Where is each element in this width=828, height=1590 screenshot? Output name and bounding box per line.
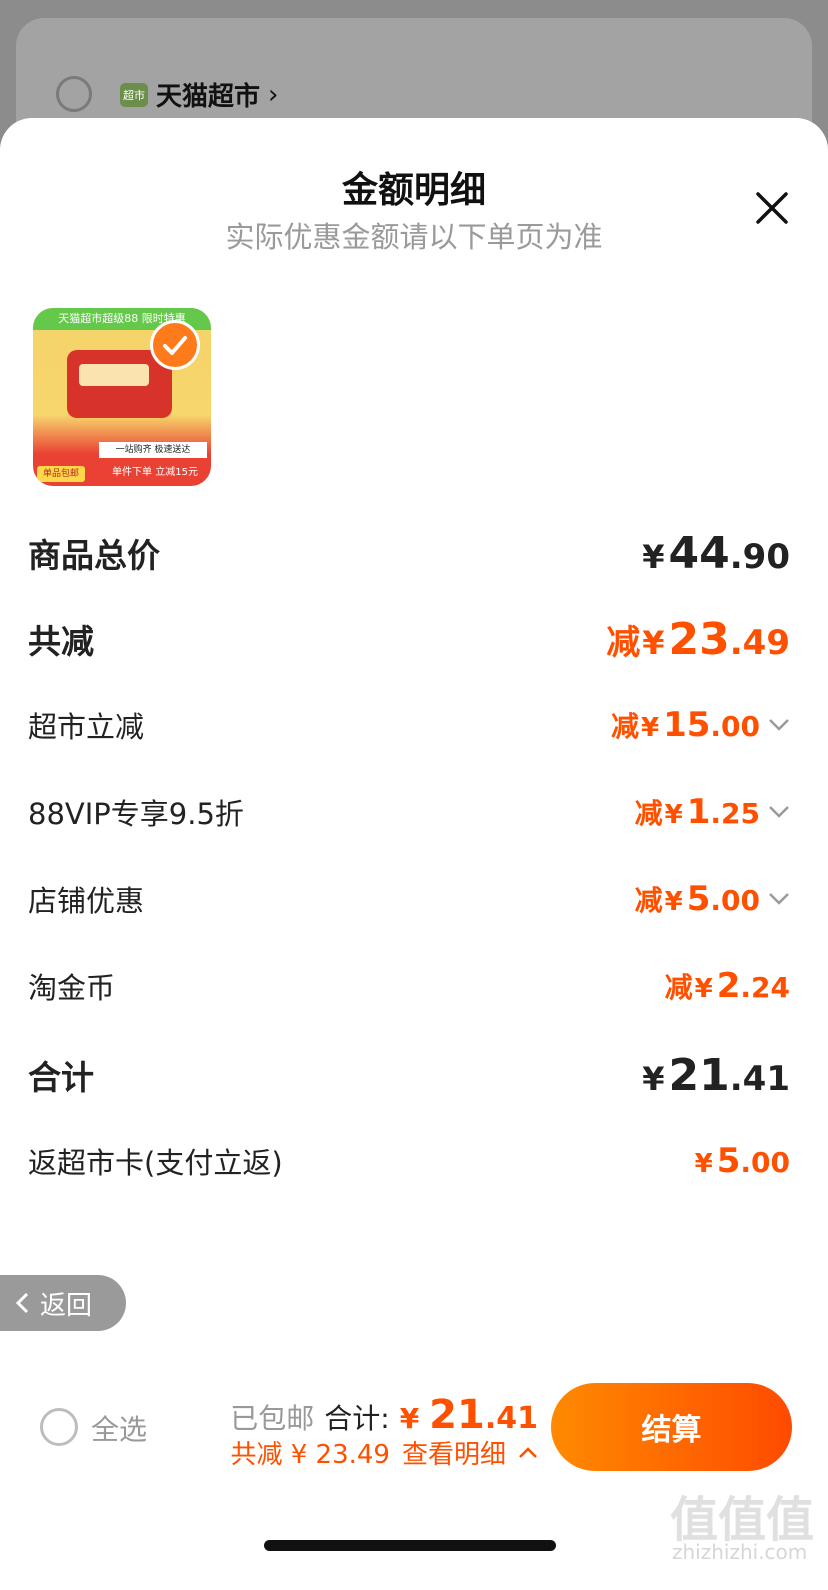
shop-name: 天猫超市: [156, 82, 261, 112]
checkout-button[interactable]: 结算: [551, 1383, 792, 1471]
vip-discount-label: 88VIP专享9.5折: [28, 797, 244, 831]
total-discount-value: 减 ¥23.49: [606, 613, 790, 665]
total-yen: ¥: [399, 1402, 420, 1435]
view-detail-link[interactable]: 查看明细: [402, 1434, 506, 1471]
chevron-left-icon: [15, 1292, 29, 1314]
discount-summary[interactable]: 共减 ¥ 23.49 查看明细: [230, 1434, 538, 1471]
shop-select-radio[interactable]: [56, 76, 92, 112]
amount-detail-sheet: 金额明细 实际优惠金额请以下单页为准 天猫超市超级88 限时特惠 一站购齐 极速…: [0, 118, 828, 1590]
total-discount-label: 共减: [28, 622, 94, 661]
cashback-label: 返超市卡(支付立返): [28, 1146, 283, 1180]
back-button[interactable]: 返回: [0, 1275, 126, 1331]
shop-header[interactable]: 超市 天猫超市 ›: [120, 76, 278, 113]
sum-value: ¥21.41: [642, 1049, 790, 1101]
sheet-title: 金额明细: [341, 170, 486, 211]
total-dec: .41: [484, 1401, 538, 1436]
select-all-label[interactable]: 全选: [91, 1408, 147, 1448]
discount-text: 共减 ¥ 23.49: [230, 1440, 390, 1470]
selected-check-icon: [150, 320, 200, 370]
coins-row: 淘金币 减 ¥2.24: [28, 956, 790, 1016]
sum-row: 合计 ¥21.41: [28, 1045, 790, 1105]
thumb-band: 一站购齐 极速送达: [99, 442, 207, 458]
goods-total-row: 商品总价 ¥44.90: [28, 523, 790, 583]
chevron-right-icon: ›: [268, 79, 279, 110]
store-discount-label: 店铺优惠: [28, 884, 145, 918]
select-all-radio[interactable]: [40, 1408, 78, 1446]
vip-discount-value: 减 ¥1.25: [635, 792, 790, 832]
chevron-down-icon[interactable]: [768, 718, 790, 732]
home-indicator[interactable]: [264, 1540, 556, 1551]
cashback-row: 返超市卡(支付立返) ¥5.00: [28, 1131, 790, 1191]
sum-label: 合计: [28, 1058, 94, 1097]
chevron-up-icon[interactable]: [518, 1446, 538, 1460]
watermark-url: zhizhizhi.com: [672, 1540, 808, 1564]
coins-label: 淘金币: [28, 971, 116, 1005]
free-shipping-label: 已包邮: [230, 1402, 315, 1435]
goods-total-value: ¥44.90: [642, 527, 790, 579]
close-icon[interactable]: [752, 188, 792, 228]
market-discount-row[interactable]: 超市立减 减 ¥15.00: [28, 695, 790, 755]
store-discount-row[interactable]: 店铺优惠 减 ¥5.00: [28, 869, 790, 929]
goods-total-label: 商品总价: [28, 536, 160, 575]
coins-value: 减 ¥2.24: [664, 966, 790, 1006]
tmall-supermarket-logo: 超市: [120, 82, 148, 107]
cashback-value: ¥5.00: [694, 1141, 790, 1181]
chevron-down-icon[interactable]: [768, 892, 790, 906]
total-discount-row: 共减 减 ¥23.49: [28, 609, 790, 669]
market-discount-value: 减 ¥15.00: [611, 705, 790, 745]
market-discount-label: 超市立减: [28, 710, 145, 744]
vip-discount-row[interactable]: 88VIP专享9.5折 减 ¥1.25: [28, 782, 790, 842]
chevron-down-icon[interactable]: [768, 805, 790, 819]
thumb-tag: 单品包邮: [37, 466, 85, 482]
total-int: 21: [429, 1392, 485, 1438]
thumb-promo: 单件下单 立减15元: [112, 467, 198, 478]
total-label: 合计:: [324, 1402, 390, 1435]
total-summary: 已包邮 合计: ¥ 21 .41: [230, 1392, 538, 1438]
sheet-subtitle: 实际优惠金额请以下单页为准: [225, 220, 603, 254]
back-label: 返回: [40, 1290, 93, 1321]
store-discount-value: 减 ¥5.00: [635, 879, 790, 919]
